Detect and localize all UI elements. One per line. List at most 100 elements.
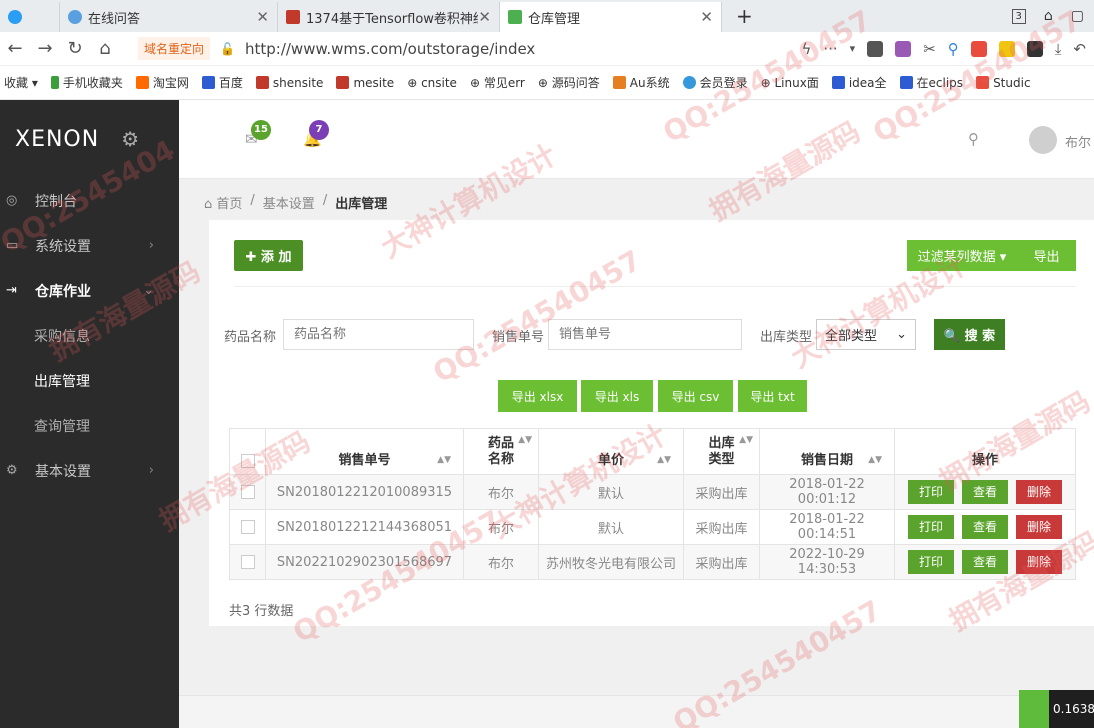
bookmark-item[interactable]: 在eclips [899,74,963,91]
sort-icon[interactable]: ▲▼ [437,455,451,465]
sidebar-sub-outstorage[interactable]: 出库管理 [0,358,179,403]
sidebar-item-system-settings[interactable]: ▭ 系统设置 › [0,223,179,268]
delete-button[interactable]: 删除 [1016,480,1062,504]
bookmark-item[interactable]: Studic [976,76,1031,90]
new-tab-icon[interactable]: + [736,2,753,32]
sidebar-sub-query[interactable]: 查询管理 [0,403,179,448]
bookmark-item[interactable]: idea全 [831,74,887,91]
sidebar: XENON ⚙ ◎ 控制台 ▭ 系统设置 › ⇥ 仓库作业 ⌄ 采购信息 出库管… [0,100,179,728]
delete-button[interactable]: 删除 [1016,515,1062,539]
search-button[interactable]: 🔍 搜 索 [934,319,1005,350]
bookmark-item[interactable]: shensite [255,76,323,90]
tab-tensorflow[interactable]: 1374基于Tensorflow卷积神经 ✕ [278,2,500,32]
dropdown-icon[interactable]: ▾ [850,42,856,55]
url-box[interactable]: 域名重定向 🔓 http://www.wms.com/outstorage/in… [138,36,698,62]
close-icon[interactable]: ✕ [478,8,491,26]
translate-icon[interactable] [895,40,912,57]
export-csv-button[interactable]: 导出 csv [658,380,733,412]
mail-icon[interactable]: ✉ 15 [245,120,271,148]
close-icon[interactable]: ✕ [256,8,269,26]
gear-icon[interactable]: ⚙ [121,127,139,151]
main-content: ✉ 15 🔔 7 ⚲ 布尔 ⌂ 首页 / 基本设置 / 出库管理 ✚ 添 加 过… [179,100,1094,728]
shield-icon[interactable] [998,40,1015,57]
export-txt-button[interactable]: 导出 txt [738,380,807,412]
sort-icon[interactable]: ▲▼ [518,432,532,448]
sidebar-item-basic-settings[interactable]: ⚙ 基本设置 › [0,448,179,493]
view-button[interactable]: 查看 [962,550,1008,574]
scissors-icon[interactable]: ✂ [923,40,936,58]
sort-icon[interactable]: ▲▼ [868,455,882,465]
bookmark-item[interactable]: ⊕ Linux面 [761,74,819,91]
sidebar-sub-purchase[interactable]: 采购信息 [0,313,179,358]
bookmark-item[interactable]: 百度 [201,74,243,91]
breadcrumb-home[interactable]: ⌂ 首页 [204,193,242,212]
sidebar-item-dashboard[interactable]: ◎ 控制台 [0,178,179,223]
add-button[interactable]: ✚ 添 加 [234,240,303,271]
bookmark-item[interactable]: ⊕ 常见err [470,74,525,91]
sort-icon[interactable]: ▲▼ [739,432,753,448]
outstorage-type-select[interactable]: 全部类型 ⌄ [816,319,916,350]
bookmark-item[interactable]: Au系统 [612,74,670,91]
avatar[interactable] [1029,126,1057,154]
sale-no-input[interactable] [548,319,742,350]
row-checkbox[interactable] [240,555,255,569]
tab-online-qa[interactable]: 在线问答 ✕ [60,2,278,32]
bookmark-item[interactable]: mesite [336,76,394,90]
home-icon[interactable]: ⌂ [90,38,120,59]
header-type[interactable]: 出库 类型 ▲▼ [683,428,760,475]
back-icon[interactable]: ← [0,38,30,59]
bookmark-item[interactable]: 收藏 ▾ [4,74,38,91]
username[interactable]: 布尔 [1065,132,1091,151]
search-icon[interactable]: ⚲ [968,130,979,148]
header-sale-no[interactable]: 销售单号 ▲▼ [265,428,464,475]
url-text[interactable]: http://www.wms.com/outstorage/index [245,40,535,58]
undo-icon[interactable]: ↶ [1073,40,1086,58]
breadcrumb-parent[interactable]: 基本设置 [263,193,315,212]
bookmark-item[interactable]: ⊕ 源码问答 [538,74,600,91]
forward-icon[interactable]: → [30,38,60,59]
brand-logo[interactable]: XENON [15,127,99,152]
shirt-icon[interactable]: ⌂ [1044,8,1053,24]
game-icon[interactable] [970,40,987,57]
sidebar-item-warehouse-ops[interactable]: ⇥ 仓库作业 ⌄ [0,268,179,313]
reader-icon[interactable] [867,40,884,57]
download-icon[interactable]: ⤓ [1055,40,1062,58]
tab-warehouse[interactable]: 仓库管理 ✕ [500,2,722,32]
grid-icon[interactable] [1026,40,1043,57]
close-icon[interactable]: ✕ [700,8,713,26]
magnifier-icon[interactable]: ⚲ [948,40,959,58]
bookmark-item[interactable]: 淘宝网 [135,74,189,91]
bookmark-item[interactable]: ⊕ cnsite [407,76,457,90]
select-all-checkbox[interactable] [240,453,255,468]
delete-button[interactable]: 删除 [1016,550,1062,574]
more-icon[interactable]: ··· [823,40,837,58]
lock-icon[interactable]: 🔓 [220,42,235,56]
sort-icon[interactable]: ▲▼ [657,455,671,465]
filter-column-button[interactable]: 过滤某列数据 ▾ [907,240,1017,271]
cell-date: 2018-01-22 00:14:51 [759,509,895,545]
bookmark-item[interactable]: 会员登录 [682,74,748,91]
restore-window-icon[interactable]: ▢ [1071,8,1084,24]
view-button[interactable]: 查看 [962,515,1008,539]
print-button[interactable]: 打印 [908,550,954,574]
export-button[interactable]: 导出 [1017,240,1076,271]
print-button[interactable]: 打印 [908,480,954,504]
export-xlsx-button[interactable]: 导出 xlsx [498,380,577,412]
row-checkbox[interactable] [240,520,255,534]
reload-icon[interactable]: ↻ [60,38,90,59]
drug-name-input[interactable] [283,319,474,350]
telegram-tab[interactable] [0,2,60,32]
lightning-icon[interactable]: ϟ [801,40,811,58]
header-date[interactable]: 销售日期 ▲▼ [759,428,895,475]
bookmark-item[interactable]: 手机收藏夹 [50,74,123,91]
header-drug-name[interactable]: 药品 名称 ▲▼ [463,428,539,475]
export-xls-button[interactable]: 导出 xls [581,380,653,412]
row-checkbox[interactable] [240,485,255,499]
header-price[interactable]: 单价 ▲▼ [538,428,684,475]
print-button[interactable]: 打印 [908,515,954,539]
bell-icon[interactable]: 🔔 7 [303,120,329,148]
view-button[interactable]: 查看 [962,480,1008,504]
tab-label: 1374基于Tensorflow卷积神经 [306,11,479,27]
app-logo-icon[interactable] [1019,690,1049,728]
tab-count-badge[interactable]: 3 [1011,8,1026,24]
